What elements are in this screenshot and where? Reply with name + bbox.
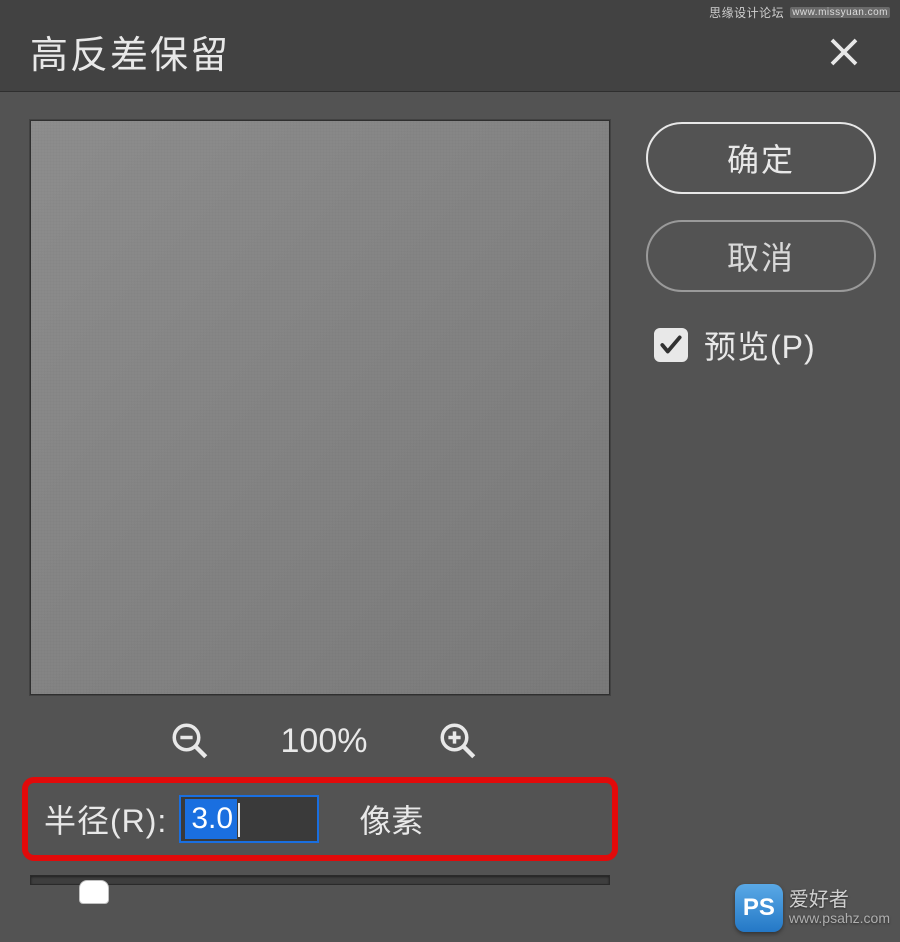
zoom-in-icon <box>437 720 479 762</box>
left-panel: 100% 半径(R): 3.0 像素 <box>30 120 618 885</box>
radius-slider[interactable] <box>30 875 610 885</box>
preview-checkbox-row: 预览(P) <box>646 322 876 368</box>
watermark-top-url: www.missyuan.com <box>790 7 890 18</box>
radius-unit: 像素 <box>359 796 423 842</box>
text-caret <box>238 803 240 837</box>
preview-checkbox[interactable] <box>654 328 688 362</box>
zoom-out-icon <box>169 720 211 762</box>
watermark-bottom: PS 爱好者 www.psahz.com <box>735 884 890 932</box>
dialog-title: 高反差保留 <box>30 24 230 79</box>
high-pass-dialog: 高反差保留 100% <box>0 0 900 942</box>
preview-label: 预览(P) <box>704 322 816 368</box>
radius-slider-row <box>30 875 618 885</box>
close-icon <box>826 34 862 70</box>
watermark-top: 思缘设计论坛 www.missyuan.com <box>709 4 890 21</box>
zoom-out-button[interactable] <box>169 720 211 762</box>
preview-image[interactable] <box>30 120 610 695</box>
watermark-cn: 爱好者 <box>789 889 890 911</box>
radius-value: 3.0 <box>185 799 237 839</box>
slider-thumb[interactable] <box>79 880 109 904</box>
watermark-url: www.psahz.com <box>789 911 890 926</box>
ps-logo-icon: PS <box>735 884 783 932</box>
radius-row: 半径(R): 3.0 像素 <box>22 777 618 861</box>
dialog-body: 100% 半径(R): 3.0 像素 <box>0 92 900 885</box>
cancel-button[interactable]: 取消 <box>646 220 876 292</box>
ok-button[interactable]: 确定 <box>646 122 876 194</box>
right-panel: 确定 取消 预览(P) <box>646 120 876 885</box>
radius-label: 半径(R): <box>44 796 167 842</box>
zoom-controls: 100% <box>30 713 618 769</box>
watermark-text: 爱好者 www.psahz.com <box>789 889 890 926</box>
check-icon <box>658 332 684 358</box>
close-button[interactable] <box>818 26 870 78</box>
watermark-top-text: 思缘设计论坛 <box>709 4 784 21</box>
zoom-level: 100% <box>281 722 368 761</box>
zoom-in-button[interactable] <box>437 720 479 762</box>
radius-input[interactable]: 3.0 <box>179 795 319 843</box>
